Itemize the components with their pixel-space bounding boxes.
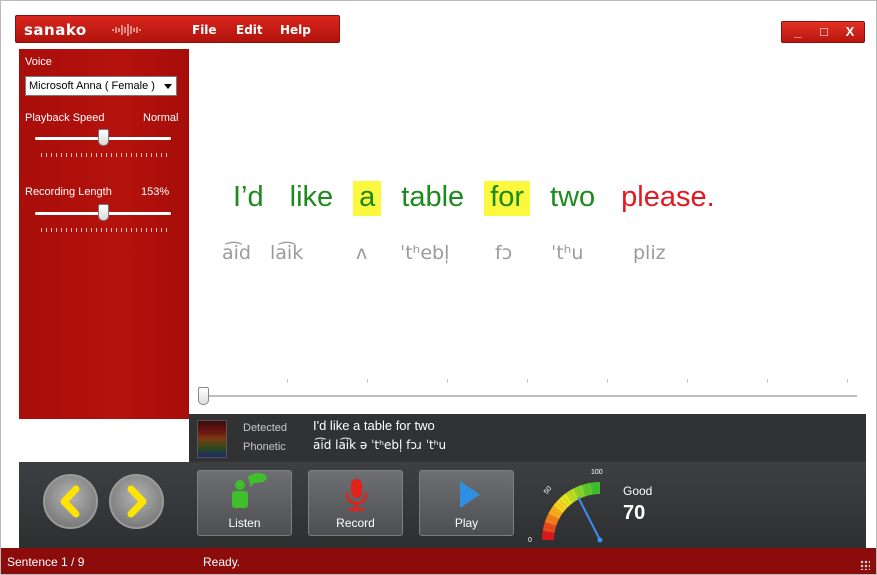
sentence-word[interactable]: table [395, 181, 470, 216]
status-bar: Sentence 1 / 9 Ready. [1, 548, 876, 574]
timeline-tick [847, 379, 848, 383]
chevron-left-icon [60, 485, 80, 518]
listen-label: Listen [228, 516, 261, 530]
recording-length-value: 153% [141, 186, 170, 198]
app-logo: sanako [24, 21, 87, 39]
detection-bar: Detected I'd like a table for two Phonet… [189, 414, 866, 462]
title-bar: sanako File Edit Help [15, 15, 340, 43]
phonetic-token: ˈtʰu [551, 242, 584, 264]
previous-sentence-button[interactable] [43, 474, 98, 529]
recording-length-ticks [41, 228, 167, 232]
phonetic-token: ˈtʰebl̩ [400, 242, 450, 264]
window-controls: _ □ X [781, 21, 865, 43]
gauge-max-label: 100 [591, 469, 603, 476]
timeline-tick [447, 379, 448, 383]
timeline-tick [687, 379, 688, 383]
menu-file[interactable]: File [192, 23, 217, 37]
play-label: Play [454, 516, 479, 530]
recording-length-label: Recording Length [25, 186, 112, 198]
timeline-tick [527, 379, 528, 383]
settings-sidebar: Voice Microsoft Anna ( Female ) Playback… [19, 49, 189, 419]
sentence-panel: I’d like a table for two please. a͡id la͡ik ʌ … [189, 49, 866, 419]
play-button[interactable]: Play [419, 470, 514, 536]
score-value: 70 [623, 502, 646, 524]
close-button[interactable]: X [838, 24, 862, 40]
sentence-word-highlighted[interactable]: for [484, 181, 531, 216]
maximize-button[interactable]: □ [812, 24, 836, 40]
voice-label: Voice [25, 56, 52, 68]
playback-speed-value: Normal [143, 112, 179, 124]
gauge-mid-label: 50 [543, 485, 553, 496]
playback-speed-ticks [41, 153, 167, 157]
detected-phonetic: a͡id la͡ik ə ˈtʰebl̩ fɔɹ ˈtʰu [313, 438, 447, 452]
gauge-min-label: 0 [528, 537, 532, 544]
microphone-icon [345, 479, 368, 511]
playback-timeline[interactable] [199, 395, 857, 397]
chevron-down-icon [164, 84, 172, 89]
menu-edit[interactable]: Edit [236, 23, 263, 37]
menu-help[interactable]: Help [280, 23, 311, 37]
sentence-word-highlighted[interactable]: a [353, 181, 382, 216]
record-label: Record [336, 516, 375, 530]
sentence-word-error[interactable]: please. [615, 181, 721, 216]
timeline-tick [287, 379, 288, 383]
gauge-pivot [597, 537, 603, 543]
app-window: sanako File Edit Help _ □ X Voice Micros… [0, 0, 877, 575]
voice-dropdown-value: Microsoft Anna ( Female ) [29, 80, 155, 92]
minimize-button[interactable]: _ [786, 24, 810, 40]
timeline-scrubber[interactable] [198, 387, 209, 405]
control-toolbar: Listen Record Play 0 50 100 Good 70 [19, 462, 866, 548]
playback-speed-label: Playback Speed [25, 112, 105, 124]
record-button[interactable]: Record [308, 470, 403, 536]
sentence-counter: Sentence 1 / 9 [7, 555, 85, 569]
chevron-right-icon [127, 485, 147, 518]
timeline-tick [607, 379, 608, 383]
sentence-word[interactable]: like [284, 181, 340, 216]
target-sentence: I’d like a table for two please. [227, 181, 735, 216]
phonetic-token: la͡ik [270, 242, 304, 264]
play-icon [460, 481, 480, 508]
phonetic-token: ʌ [356, 242, 368, 264]
listen-button[interactable]: Listen [197, 470, 292, 536]
timeline-tick [767, 379, 768, 383]
phonetic-token: fɔ [495, 242, 513, 264]
detected-label: Detected [243, 422, 288, 434]
next-sentence-button[interactable] [109, 474, 164, 529]
level-meter [197, 420, 227, 458]
gauge-needle [577, 496, 601, 541]
phonetic-label: Phonetic [243, 441, 286, 453]
timeline-tick [367, 379, 368, 383]
waveform-icon [112, 24, 141, 36]
phonetic-token: a͡id [222, 242, 251, 264]
resize-grip-icon[interactable] [860, 560, 870, 570]
phonetic-token: pliz [633, 242, 666, 264]
sentence-word[interactable]: two [544, 181, 601, 216]
score-gauge: 0 50 100 [528, 469, 603, 544]
playback-speed-slider-thumb[interactable] [97, 129, 109, 146]
sentence-word[interactable]: I’d [227, 181, 270, 216]
recording-length-slider-thumb[interactable] [97, 204, 109, 221]
detected-text: I'd like a table for two [313, 418, 435, 433]
voice-dropdown[interactable]: Microsoft Anna ( Female ) [25, 76, 177, 96]
speaker-person-icon [232, 473, 267, 508]
status-text: Ready. [203, 555, 241, 569]
score-rating: Good [623, 484, 653, 498]
